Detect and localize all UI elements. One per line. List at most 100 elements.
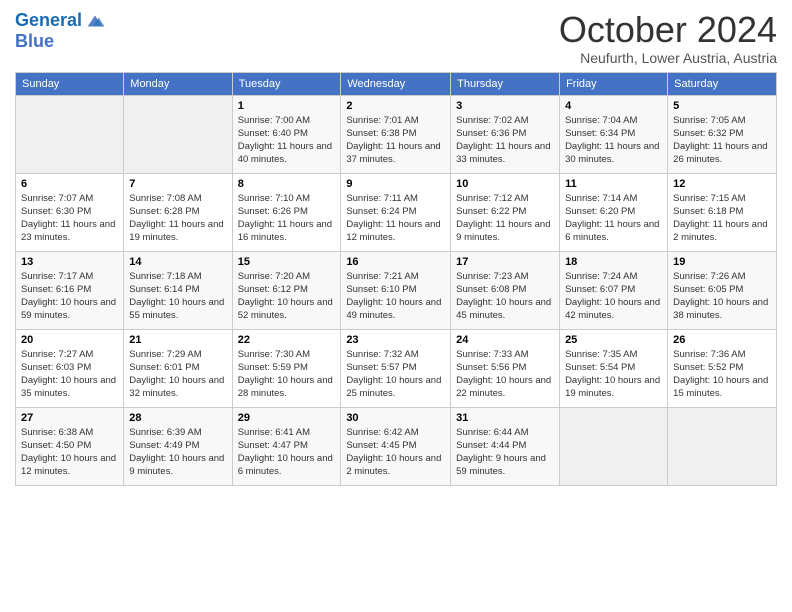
day-cell: 7 Sunrise: 7:08 AM Sunset: 6:28 PM Daylig… — [124, 173, 232, 251]
day-cell: 21 Sunrise: 7:29 AM Sunset: 6:01 PM Dayli… — [124, 329, 232, 407]
day-number: 17 — [456, 256, 554, 268]
day-number: 23 — [346, 334, 445, 346]
day-cell: 31Sunrise: 6:44 AM Sunset: 4:44 PM Dayli… — [451, 407, 560, 485]
title-block: October 2024 Neufurth, Lower Austria, Au… — [559, 10, 777, 66]
day-info: Sunrise: 7:08 AM Sunset: 6:28 PM Dayligh… — [129, 192, 226, 245]
day-cell: 8 Sunrise: 7:10 AM Sunset: 6:26 PM Daylig… — [232, 173, 341, 251]
day-cell — [560, 407, 668, 485]
day-number: 18 — [565, 256, 662, 268]
day-cell: 25Sunrise: 7:35 AM Sunset: 5:54 PM Dayli… — [560, 329, 668, 407]
day-number: 4 — [565, 100, 662, 112]
day-cell: 3 Sunrise: 7:02 AM Sunset: 6:36 PM Daylig… — [451, 95, 560, 173]
day-number: 13 — [21, 256, 118, 268]
day-info: Sunrise: 7:36 AM Sunset: 5:52 PM Dayligh… — [673, 348, 771, 401]
month-title: October 2024 — [559, 10, 777, 50]
day-number: 27 — [21, 412, 118, 424]
day-number: 3 — [456, 100, 554, 112]
day-number: 22 — [238, 334, 336, 346]
day-cell: 12 Sunrise: 7:15 AM Sunset: 6:18 PM Dayli… — [668, 173, 777, 251]
calendar-table: SundayMondayTuesdayWednesdayThursdayFrid… — [15, 72, 777, 486]
week-row-5: 27 Sunrise: 6:38 AM Sunset: 4:50 PM Dayli… — [16, 407, 777, 485]
day-info: Sunrise: 7:30 AM Sunset: 5:59 PM Dayligh… — [238, 348, 336, 401]
day-cell: 28Sunrise: 6:39 AM Sunset: 4:49 PM Dayli… — [124, 407, 232, 485]
day-info: Sunrise: 7:23 AM Sunset: 6:08 PM Dayligh… — [456, 270, 554, 323]
day-number: 9 — [346, 178, 445, 190]
day-cell: 22 Sunrise: 7:30 AM Sunset: 5:59 PM Dayli… — [232, 329, 341, 407]
day-cell: 24Sunrise: 7:33 AM Sunset: 5:56 PM Dayli… — [451, 329, 560, 407]
day-info: Sunrise: 7:29 AM Sunset: 6:01 PM Dayligh… — [129, 348, 226, 401]
day-number: 2 — [346, 100, 445, 112]
day-info: Sunrise: 7:05 AM Sunset: 6:32 PM Dayligh… — [673, 114, 771, 167]
day-cell — [668, 407, 777, 485]
weekday-monday: Monday — [124, 72, 232, 95]
week-row-1: 1 Sunrise: 7:00 AM Sunset: 6:40 PM Daylig… — [16, 95, 777, 173]
day-cell — [124, 95, 232, 173]
day-cell: 19Sunrise: 7:26 AM Sunset: 6:05 PM Dayli… — [668, 251, 777, 329]
day-cell: 14 Sunrise: 7:18 AM Sunset: 6:14 PM Dayli… — [124, 251, 232, 329]
logo-text: General — [15, 11, 82, 31]
week-row-4: 20 Sunrise: 7:27 AM Sunset: 6:03 PM Dayli… — [16, 329, 777, 407]
day-number: 8 — [238, 178, 336, 190]
day-cell: 2 Sunrise: 7:01 AM Sunset: 6:38 PM Daylig… — [341, 95, 451, 173]
day-cell: 1 Sunrise: 7:00 AM Sunset: 6:40 PM Daylig… — [232, 95, 341, 173]
day-info: Sunrise: 7:26 AM Sunset: 6:05 PM Dayligh… — [673, 270, 771, 323]
day-info: Sunrise: 7:18 AM Sunset: 6:14 PM Dayligh… — [129, 270, 226, 323]
week-row-3: 13 Sunrise: 7:17 AM Sunset: 6:16 PM Dayli… — [16, 251, 777, 329]
day-info: Sunrise: 7:15 AM Sunset: 6:18 PM Dayligh… — [673, 192, 771, 245]
day-info: Sunrise: 7:07 AM Sunset: 6:30 PM Dayligh… — [21, 192, 118, 245]
day-number: 5 — [673, 100, 771, 112]
day-cell: 30Sunrise: 6:42 AM Sunset: 4:45 PM Dayli… — [341, 407, 451, 485]
day-number: 16 — [346, 256, 445, 268]
day-number: 6 — [21, 178, 118, 190]
day-info: Sunrise: 7:11 AM Sunset: 6:24 PM Dayligh… — [346, 192, 445, 245]
day-info: Sunrise: 7:21 AM Sunset: 6:10 PM Dayligh… — [346, 270, 445, 323]
day-cell: 6 Sunrise: 7:07 AM Sunset: 6:30 PM Daylig… — [16, 173, 124, 251]
day-number: 21 — [129, 334, 226, 346]
day-info: Sunrise: 6:38 AM Sunset: 4:50 PM Dayligh… — [21, 426, 118, 479]
day-cell: 18Sunrise: 7:24 AM Sunset: 6:07 PM Dayli… — [560, 251, 668, 329]
day-info: Sunrise: 7:14 AM Sunset: 6:20 PM Dayligh… — [565, 192, 662, 245]
day-info: Sunrise: 6:41 AM Sunset: 4:47 PM Dayligh… — [238, 426, 336, 479]
day-info: Sunrise: 7:00 AM Sunset: 6:40 PM Dayligh… — [238, 114, 336, 167]
day-number: 1 — [238, 100, 336, 112]
weekday-friday: Friday — [560, 72, 668, 95]
day-info: Sunrise: 7:04 AM Sunset: 6:34 PM Dayligh… — [565, 114, 662, 167]
weekday-header-row: SundayMondayTuesdayWednesdayThursdayFrid… — [16, 72, 777, 95]
weekday-thursday: Thursday — [451, 72, 560, 95]
day-number: 26 — [673, 334, 771, 346]
day-cell: 13 Sunrise: 7:17 AM Sunset: 6:16 PM Dayli… — [16, 251, 124, 329]
day-number: 24 — [456, 334, 554, 346]
day-cell: 20 Sunrise: 7:27 AM Sunset: 6:03 PM Dayli… — [16, 329, 124, 407]
week-row-2: 6 Sunrise: 7:07 AM Sunset: 6:30 PM Daylig… — [16, 173, 777, 251]
day-info: Sunrise: 6:42 AM Sunset: 4:45 PM Dayligh… — [346, 426, 445, 479]
day-info: Sunrise: 7:02 AM Sunset: 6:36 PM Dayligh… — [456, 114, 554, 167]
day-cell: 4 Sunrise: 7:04 AM Sunset: 6:34 PM Daylig… — [560, 95, 668, 173]
day-number: 10 — [456, 178, 554, 190]
day-info: Sunrise: 7:27 AM Sunset: 6:03 PM Dayligh… — [21, 348, 118, 401]
day-cell: 9 Sunrise: 7:11 AM Sunset: 6:24 PM Daylig… — [341, 173, 451, 251]
location: Neufurth, Lower Austria, Austria — [559, 50, 777, 66]
day-number: 7 — [129, 178, 226, 190]
day-info: Sunrise: 7:32 AM Sunset: 5:57 PM Dayligh… — [346, 348, 445, 401]
day-cell: 27 Sunrise: 6:38 AM Sunset: 4:50 PM Dayli… — [16, 407, 124, 485]
day-cell: 11 Sunrise: 7:14 AM Sunset: 6:20 PM Dayli… — [560, 173, 668, 251]
main-container: General Blue October 2024 Neufurth, Lowe… — [0, 0, 792, 491]
weekday-wednesday: Wednesday — [341, 72, 451, 95]
day-number: 15 — [238, 256, 336, 268]
day-info: Sunrise: 6:39 AM Sunset: 4:49 PM Dayligh… — [129, 426, 226, 479]
day-number: 14 — [129, 256, 226, 268]
day-number: 20 — [21, 334, 118, 346]
day-number: 29 — [238, 412, 336, 424]
day-info: Sunrise: 7:10 AM Sunset: 6:26 PM Dayligh… — [238, 192, 336, 245]
day-number: 12 — [673, 178, 771, 190]
day-cell: 5 Sunrise: 7:05 AM Sunset: 6:32 PM Daylig… — [668, 95, 777, 173]
day-cell: 26 Sunrise: 7:36 AM Sunset: 5:52 PM Dayli… — [668, 329, 777, 407]
weekday-sunday: Sunday — [16, 72, 124, 95]
day-cell — [16, 95, 124, 173]
day-cell: 10Sunrise: 7:12 AM Sunset: 6:22 PM Dayli… — [451, 173, 560, 251]
day-number: 31 — [456, 412, 554, 424]
day-info: Sunrise: 7:01 AM Sunset: 6:38 PM Dayligh… — [346, 114, 445, 167]
day-number: 25 — [565, 334, 662, 346]
day-info: Sunrise: 7:17 AM Sunset: 6:16 PM Dayligh… — [21, 270, 118, 323]
day-number: 11 — [565, 178, 662, 190]
